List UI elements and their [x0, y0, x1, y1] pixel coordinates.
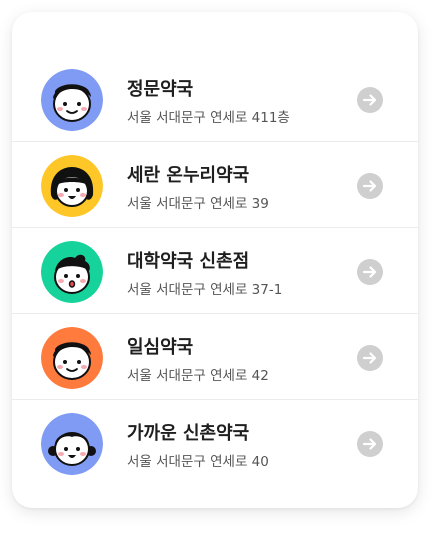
pharmacy-item-1[interactable]: 정문약국 서울 서대문구 연세로 411층 [12, 56, 418, 142]
pharmacy-item-4[interactable]: 일심약국 서울 서대문구 연세로 42 [12, 314, 418, 400]
pharmacy-list: 정문약국 서울 서대문구 연세로 411층 세란 온누리약국 서울 서대문구 연… [12, 56, 418, 486]
arrow-right-icon[interactable] [357, 87, 383, 113]
pharmacy-address: 서울 서대문구 연세로 39 [127, 196, 269, 212]
pharmacy-item-2[interactable]: 세란 온누리약국 서울 서대문구 연세로 39 [12, 142, 418, 228]
pharmacy-list-card: 정문약국 서울 서대문구 연세로 411층 세란 온누리약국 서울 서대문구 연… [12, 12, 418, 508]
pharmacy-name: 세란 온누리약국 [127, 165, 250, 186]
pharmacy-address: 서울 서대문구 연세로 37-1 [127, 282, 283, 298]
pharmacy-name: 일심약국 [127, 337, 194, 358]
pharmacy-name: 가까운 신촌약국 [127, 423, 250, 444]
pharmacy-address: 서울 서대문구 연세로 40 [127, 454, 269, 470]
pharmacy-item-3[interactable]: 대학약국 신촌점 서울 서대문구 연세로 37-1 [12, 228, 418, 314]
pharmacy-address: 서울 서대문구 연세로 42 [127, 368, 269, 384]
arrow-right-icon[interactable] [357, 259, 383, 285]
avatar [41, 69, 103, 131]
pharmacy-address: 서울 서대문구 연세로 411층 [127, 110, 290, 126]
arrow-right-icon[interactable] [357, 345, 383, 371]
arrow-right-icon[interactable] [357, 173, 383, 199]
arrow-right-icon[interactable] [357, 431, 383, 457]
pharmacy-name: 대학약국 신촌점 [127, 251, 250, 272]
pharmacy-name: 정문약국 [127, 79, 194, 100]
avatar [41, 327, 103, 389]
avatar [41, 155, 103, 217]
pharmacy-item-5[interactable]: 가까운 신촌약국 서울 서대문구 연세로 40 [12, 400, 418, 486]
avatar [41, 413, 103, 475]
avatar [41, 241, 103, 303]
